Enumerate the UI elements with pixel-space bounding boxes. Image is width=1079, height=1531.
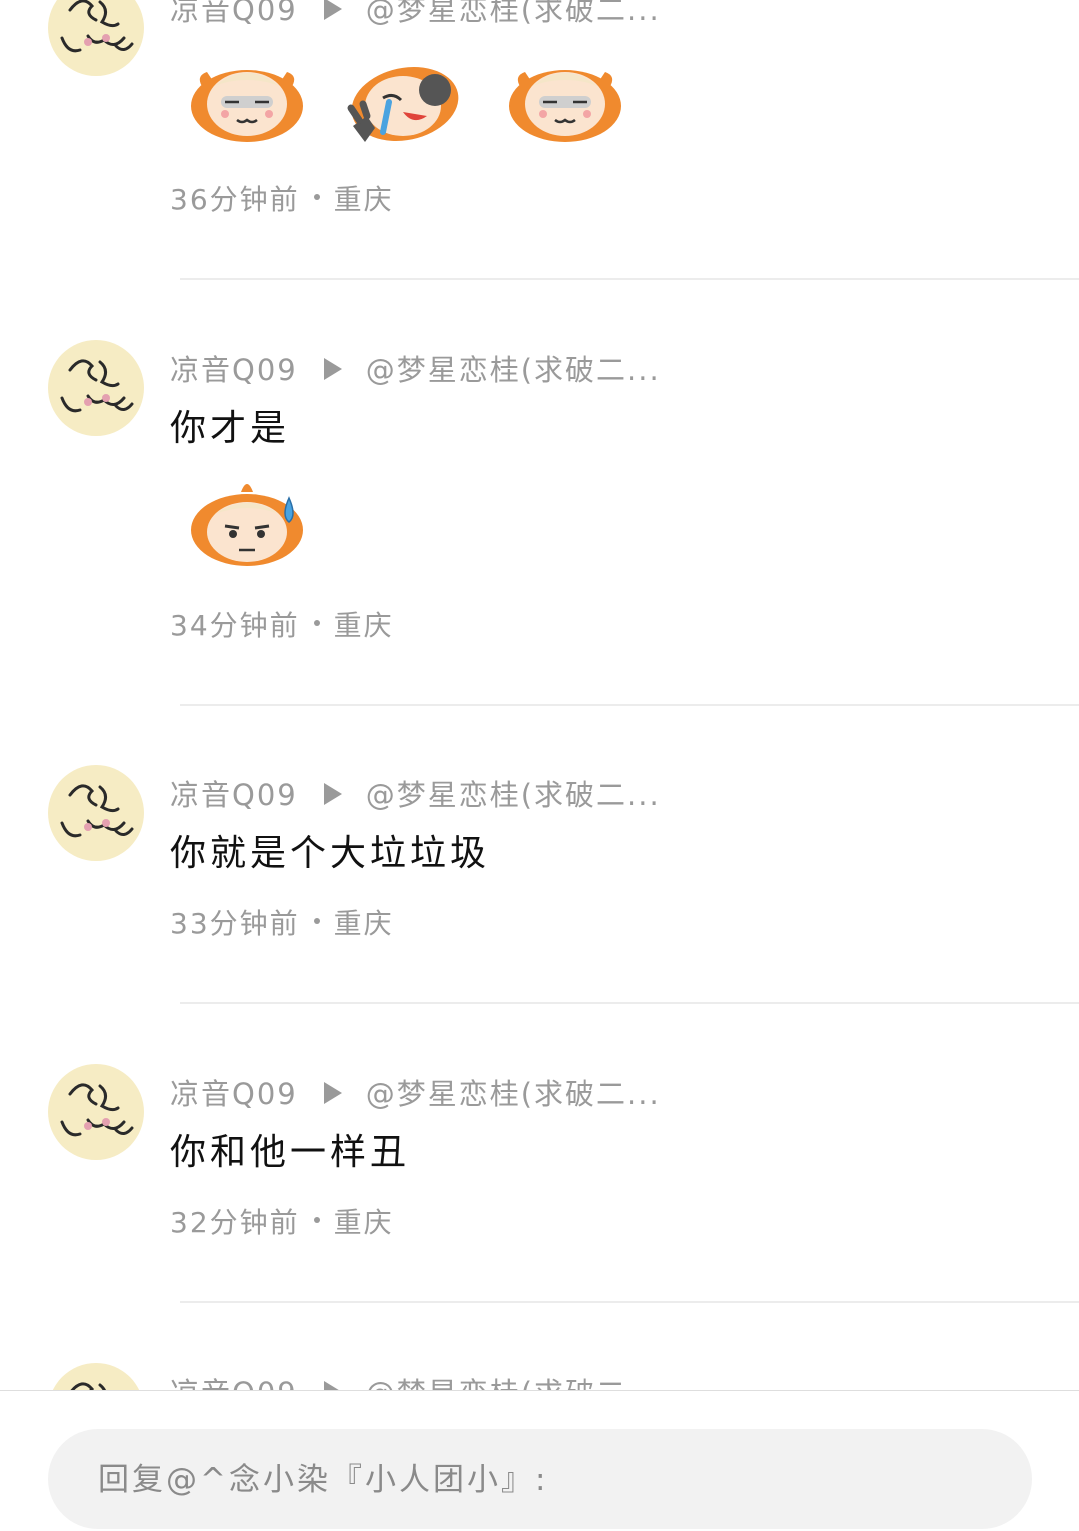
divider [180,1301,1079,1303]
reply-target[interactable]: @梦星恋桂(求破二... [366,778,661,812]
location-label: 重庆 [333,609,394,642]
author-name[interactable]: 凉音Q09 [170,0,298,27]
squint-face-sticker[interactable] [503,46,628,156]
separator-dot [313,918,320,924]
author-name[interactable]: 凉音Q09 [170,1077,298,1111]
comment-time: 34分钟前 重庆 [170,606,394,646]
location-label: 重庆 [333,1206,394,1239]
reply-arrow-icon [323,358,342,380]
time-label: 36分钟前 [170,183,300,216]
comment-meta: 凉音Q09 @梦星恋桂(求破二... [170,1072,661,1116]
reply-arrow-icon [323,1082,342,1104]
comment-meta: 凉音Q09 @梦星恋桂(求破二... [170,773,661,817]
reply-arrow-icon [323,0,342,20]
crying-peace-sticker[interactable] [343,46,468,156]
reply-bar: 回复@^念小染『小人团小』: [0,1390,1079,1529]
comment-text: 你才是 [170,408,291,449]
comment-meta: 凉音Q09 @梦星恋桂(求破二... [170,0,661,32]
time-label: 32分钟前 [170,1206,300,1239]
divider [180,1002,1079,1004]
comment-time: 36分钟前 重庆 [170,180,394,220]
avatar[interactable] [48,1064,144,1160]
reply-target[interactable]: @梦星恋桂(求破二... [366,353,661,387]
comment-meta: 凉音Q09 @梦星恋桂(求破二... [170,1371,661,1390]
time-label: 33分钟前 [170,907,300,940]
comment-text: 你就是个大垃垃圾 [170,833,491,874]
reply-input[interactable]: 回复@^念小染『小人团小』: [48,1429,1032,1529]
reply-target[interactable]: @梦星恋桂(求破二... [366,0,661,27]
separator-dot [313,620,320,626]
reply-arrow-icon [323,1381,342,1390]
comment-time: 33分钟前 重庆 [170,904,394,944]
comment-feed: 凉音Q09 @梦星恋桂(求破二... 36分钟前 重庆 凉音Q09 @梦星恋桂(求破二… [0,0,1079,1390]
author-name[interactable]: 凉音Q09 [170,778,298,812]
reply-target[interactable]: @梦星恋桂(求破二... [366,1077,661,1111]
avatar[interactable] [48,765,144,861]
avatar[interactable] [48,340,144,436]
separator-dot [313,194,320,200]
divider [180,278,1079,280]
author-name[interactable]: 凉音Q09 [170,1376,298,1390]
avatar[interactable] [48,0,144,76]
time-label: 34分钟前 [170,609,300,642]
comment-meta: 凉音Q09 @梦星恋桂(求破二... [170,348,661,392]
location-label: 重庆 [333,183,394,216]
squint-face-sticker[interactable] [185,46,310,156]
author-name[interactable]: 凉音Q09 [170,353,298,387]
divider [180,704,1079,706]
avatar[interactable] [48,1363,144,1390]
reply-target[interactable]: @梦星恋桂(求破二... [366,1376,661,1390]
separator-dot [313,1217,320,1223]
comment-time: 32分钟前 重庆 [170,1203,394,1243]
sweat-drop-sticker[interactable] [185,470,310,580]
reply-placeholder: 回复@^念小染『小人团小』: [98,1462,549,1498]
location-label: 重庆 [333,907,394,940]
comment-text: 你和他一样丑 [170,1132,411,1173]
reply-arrow-icon [323,783,342,805]
